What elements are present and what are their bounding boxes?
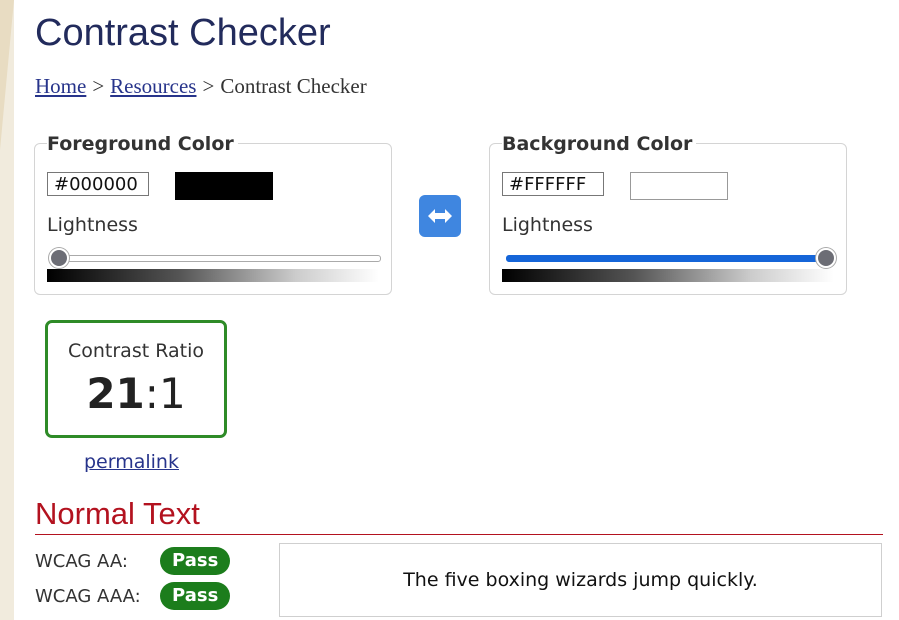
breadcrumb-separator: > — [92, 74, 105, 98]
contrast-ratio-numerator: 21 — [86, 369, 145, 418]
wcag-aa-label: WCAG AA: — [35, 550, 128, 572]
breadcrumb-separator: > — [202, 74, 215, 98]
sample-text: The five boxing wizards jump quickly. — [403, 569, 758, 591]
background-hex-input[interactable]: #FFFFFF — [502, 172, 604, 196]
swap-colors-button[interactable] — [419, 195, 461, 237]
wcag-aaa-row: WCAG AAA: Pass — [35, 581, 231, 611]
contrast-ratio-value: 21:1 — [48, 369, 224, 419]
permalink-link[interactable]: permalink — [84, 451, 179, 473]
foreground-hex-input[interactable]: #000000 — [47, 172, 149, 196]
background-lightness-label: Lightness — [502, 214, 593, 236]
page-backdrop — [0, 0, 14, 620]
foreground-lightness-thumb[interactable] — [49, 248, 69, 268]
normal-text-heading: Normal Text — [35, 496, 200, 531]
breadcrumb-current: Contrast Checker — [220, 74, 367, 98]
background-lightness-track[interactable] — [506, 255, 836, 262]
page-title: Contrast Checker — [35, 12, 331, 54]
foreground-color-panel: Foreground Color #000000 Lightness — [34, 132, 392, 295]
swap-arrows-icon — [428, 209, 452, 223]
main-content: Contrast Checker Home > Resources > Contrast… — [14, 0, 899, 620]
background-lightness-gradient — [502, 269, 834, 282]
foreground-lightness-track[interactable] — [51, 255, 381, 262]
section-divider — [35, 534, 883, 535]
breadcrumb-resources-link[interactable]: Resources — [110, 74, 196, 98]
background-legend: Background Color — [502, 132, 697, 156]
wcag-aaa-pass-badge: Pass — [160, 582, 231, 610]
breadcrumb: Home > Resources > Contrast Checker — [35, 74, 367, 99]
contrast-ratio-separator: : — [144, 369, 159, 418]
wcag-aaa-label: WCAG AAA: — [35, 585, 141, 607]
foreground-lightness-gradient — [47, 269, 379, 282]
foreground-legend: Foreground Color — [47, 132, 238, 156]
background-color-panel: Background Color #FFFFFF Lightness — [489, 132, 847, 295]
sample-text-preview: The five boxing wizards jump quickly. — [279, 543, 882, 617]
background-lightness-thumb[interactable] — [816, 248, 836, 268]
foreground-color-swatch[interactable] — [175, 172, 273, 200]
foreground-lightness-label: Lightness — [47, 214, 138, 236]
wcag-aa-pass-badge: Pass — [160, 547, 231, 575]
breadcrumb-home-link[interactable]: Home — [35, 74, 86, 98]
contrast-ratio-box: Contrast Ratio 21:1 — [45, 320, 227, 438]
wcag-aa-row: WCAG AA: Pass — [35, 546, 231, 576]
background-color-swatch[interactable] — [630, 172, 728, 200]
contrast-ratio-label: Contrast Ratio — [67, 340, 204, 362]
contrast-ratio-denominator: 1 — [158, 369, 186, 418]
